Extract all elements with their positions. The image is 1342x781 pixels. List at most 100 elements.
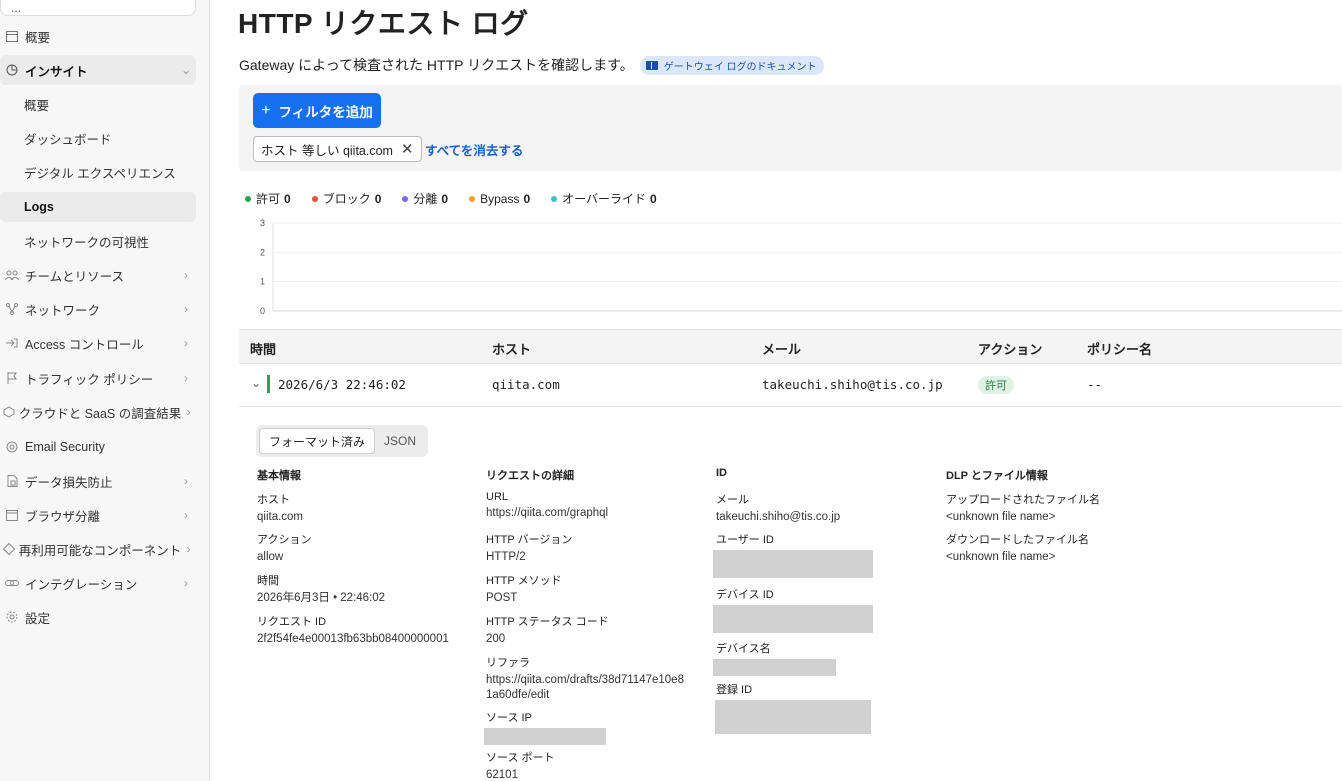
- plus-icon: +: [261, 101, 271, 119]
- status-badge: 許可: [978, 376, 1014, 394]
- sidebar-item-label: ネットワークの可視性: [24, 235, 150, 250]
- sidebar-subitem-dashboard[interactable]: ダッシュボード: [0, 123, 196, 153]
- identity-section: ID メール takeuchi.shiho@tis.co.jp ユーザー ID …: [713, 467, 941, 734]
- cell-time: 2026/6/3 22:46:02: [278, 377, 406, 392]
- sidebar-item-access[interactable]: Access コントロール ›: [0, 328, 196, 358]
- legend-count: 0: [441, 191, 449, 206]
- legend-count: 0: [284, 191, 291, 206]
- sidebar-item-reusable-components[interactable]: 再利用可能なコンポーネント ›: [0, 534, 196, 564]
- field-http-method: HTTP メソッド POST: [486, 572, 711, 606]
- sidebar-item-integrations[interactable]: インテグレーション ›: [0, 568, 196, 598]
- field-host: ホスト qiita.com: [257, 491, 482, 525]
- field-value: 62101: [486, 769, 518, 781]
- legend-dot: [311, 195, 318, 202]
- docs-link-label: ゲートウェイ ログのドキュメント: [663, 61, 817, 73]
- status-indicator: [267, 375, 270, 393]
- clear-all-link[interactable]: すべてを消去する: [425, 140, 523, 159]
- field-label: ホスト: [257, 494, 290, 506]
- field-label: デバイス ID: [716, 589, 774, 601]
- column-header-host[interactable]: ホスト: [492, 339, 531, 358]
- field-uploaded-file: アップロードされたファイル名 <unknown file name>: [946, 491, 1171, 525]
- sidebar-item-browser-isolation[interactable]: ブラウザ分離 ›: [0, 500, 196, 530]
- sidebar-item-label: チームとリソース: [25, 269, 125, 284]
- sidebar-subitem-network-visibility[interactable]: ネットワークの可視性: [0, 226, 196, 256]
- sidebar-item-label: ネットワーク: [25, 303, 101, 318]
- chevron-right-icon: ›: [184, 302, 188, 316]
- tab-formatted[interactable]: フォーマット済み: [259, 428, 376, 454]
- sidebar-item-label: クラウドと SaaS の調査結果: [18, 406, 182, 421]
- field-label: アクション: [257, 534, 312, 546]
- legend-item[interactable]: オーバーライド 0: [551, 190, 657, 207]
- legend-item[interactable]: 分離 0: [402, 190, 448, 207]
- legend-count: 0: [523, 191, 531, 206]
- sidebar-item-network[interactable]: ネットワーク ›: [0, 294, 196, 324]
- chevron-right-icon: ›: [184, 474, 188, 488]
- field-label: ユーザー ID: [716, 534, 774, 546]
- traffic-icon: [0, 372, 24, 384]
- column-header-policy[interactable]: ポリシー名: [1087, 339, 1152, 358]
- field-label: リファラ: [486, 657, 530, 669]
- column-header-email[interactable]: メール: [762, 339, 801, 358]
- sidebar-item-insights[interactable]: インサイト ⌄: [0, 55, 196, 85]
- redacted-value: [713, 550, 873, 578]
- sidebar-item-cloud-saas[interactable]: クラウドと SaaS の調査結果 ›: [0, 397, 196, 427]
- sidebar-item-settings[interactable]: 設定: [0, 602, 196, 632]
- sidebar-item-label: デジタル エクスペリエンス: [24, 166, 176, 181]
- sidebar-item-dlp[interactable]: データ損失防止 ›: [0, 466, 196, 496]
- sidebar-item-team[interactable]: チームとリソース ›: [0, 260, 196, 290]
- sidebar-item-overview[interactable]: 概要: [0, 21, 196, 51]
- chevron-right-icon: ›: [186, 405, 191, 419]
- legend-count: 0: [374, 191, 382, 206]
- legend-label: 許可: [256, 192, 281, 206]
- field-label: 時間: [257, 575, 279, 587]
- tab-json[interactable]: JSON: [375, 428, 425, 454]
- field-label: HTTP メソッド: [486, 575, 562, 587]
- component-icon: [0, 543, 18, 555]
- section-heading: ID: [716, 467, 727, 479]
- sidebar-item-label: ブラウザ分離: [25, 509, 101, 524]
- sidebar-item-label: Email Security: [25, 440, 105, 454]
- docs-link[interactable]: ゲートウェイ ログのドキュメント: [639, 55, 825, 75]
- field-value: HTTP/2: [486, 551, 526, 563]
- table-header: 時間 ホスト メール アクション ポリシー名: [239, 329, 1342, 364]
- access-icon: [0, 338, 24, 348]
- chart-legend: 許可 0 ブロック 0 分離 0 Bypass 0 オーバーライド 0: [245, 190, 678, 207]
- request-chart: 3 2 1 0: [260, 218, 1342, 316]
- sidebar-subitem-logs[interactable]: Logs: [0, 192, 196, 222]
- chevron-right-icon: ›: [184, 336, 188, 350]
- row-detail-panel: フォーマット済み JSON 基本情報 ホスト qiita.com アクション a…: [239, 407, 1342, 781]
- field-label: HTTP ステータス コード: [486, 616, 609, 628]
- cell-email: takeuchi.shiho@tis.co.jp: [762, 377, 943, 392]
- field-label: ソース ポート: [486, 752, 555, 764]
- column-header-time[interactable]: 時間: [250, 339, 276, 358]
- redacted-value: [713, 605, 873, 633]
- field-email: メール takeuchi.shiho@tis.co.jp: [716, 491, 941, 525]
- chevron-right-icon: ›: [184, 508, 188, 522]
- legend-item[interactable]: ブロック 0: [311, 190, 382, 207]
- chevron-down-icon[interactable]: ⌄: [251, 376, 261, 390]
- integration-icon: [0, 578, 24, 588]
- chevron-right-icon: ›: [184, 576, 188, 590]
- legend-item[interactable]: Bypass 0: [469, 192, 530, 206]
- account-selector[interactable]: ...: [0, 0, 196, 16]
- field-value: https://qiita.com/graphql: [486, 507, 609, 519]
- filter-chip[interactable]: ホスト 等しい qiita.com ✕: [253, 136, 422, 162]
- add-filter-label: フィルタを追加: [278, 104, 373, 120]
- column-header-action[interactable]: アクション: [978, 339, 1042, 358]
- email-icon: [0, 441, 24, 453]
- sidebar-item-traffic-policy[interactable]: トラフィック ポリシー ›: [0, 363, 196, 393]
- field-time: 時間 2026年6月3日 • 22:46:02: [257, 572, 482, 606]
- sidebar-item-email-security[interactable]: Email Security: [0, 432, 196, 462]
- field-value: https://qiita.com/drafts/38d71147e10e81a…: [486, 674, 684, 701]
- redacted-value: [713, 659, 836, 676]
- legend-item[interactable]: 許可 0: [245, 190, 291, 207]
- page-title: HTTP リクエスト ログ: [238, 8, 529, 39]
- close-icon[interactable]: ✕: [401, 140, 414, 158]
- field-value: 2026年6月3日 • 22:46:02: [257, 592, 386, 604]
- legend-count: 0: [650, 191, 657, 206]
- sidebar-subitem-dex[interactable]: デジタル エクスペリエンス: [0, 157, 196, 187]
- table-row[interactable]: ⌄ 2026/6/3 22:46:02 qiita.com takeuchi.s…: [239, 364, 1342, 407]
- legend-label: ブロック: [322, 192, 371, 206]
- sidebar-subitem-overview[interactable]: 概要: [0, 89, 196, 119]
- add-filter-button[interactable]: + フィルタを追加: [253, 93, 381, 128]
